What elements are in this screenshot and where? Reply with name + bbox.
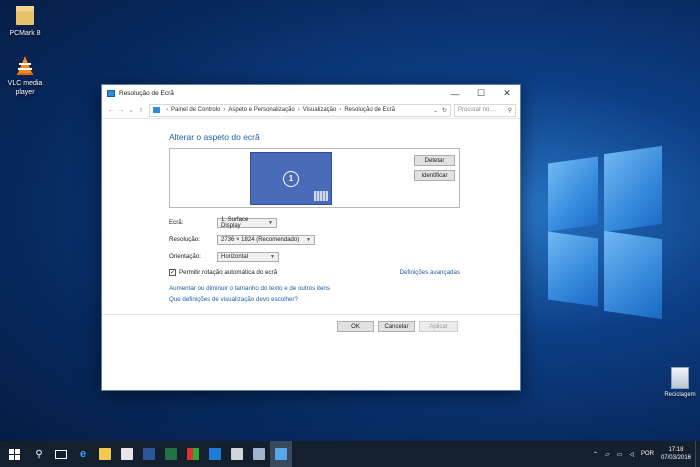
cancel-button[interactable]: Cancelar: [378, 321, 415, 332]
chevron-up-icon[interactable]: ⌃: [593, 451, 598, 458]
volume-icon[interactable]: ◁: [629, 451, 634, 458]
settings-app-icon[interactable]: [204, 441, 226, 467]
advanced-settings-link[interactable]: Definições avançadas: [399, 269, 460, 276]
monitor-number: 1: [283, 171, 299, 187]
monitor-thumbnail[interactable]: 1: [250, 152, 332, 205]
language-indicator[interactable]: POR: [641, 451, 654, 457]
window-title: Resolução de Ecrã: [119, 90, 174, 97]
app-window-icon[interactable]: [248, 441, 270, 467]
keyboard-grid-icon: [314, 191, 328, 201]
notifications-icon[interactable]: [695, 441, 700, 467]
word-icon[interactable]: [138, 441, 160, 467]
breadcrumb-item[interactable]: Resolução de Ecrã: [344, 107, 395, 113]
clock[interactable]: 17:18 07/03/2016: [661, 446, 691, 462]
task-view-icon[interactable]: [50, 441, 72, 467]
which-settings-link[interactable]: Que definições de visualização devo esco…: [169, 296, 520, 303]
display-value: 1. Surface Display: [221, 216, 249, 229]
clock-date: 07/03/2016: [660, 455, 691, 461]
edge-browser-icon[interactable]: e: [72, 441, 94, 467]
up-arrow-icon[interactable]: ↑: [136, 107, 146, 114]
address-dropdown-icon[interactable]: ⌄: [433, 107, 438, 114]
identify-button[interactable]: Identificar: [414, 170, 455, 181]
chevron-down-icon: ▼: [270, 253, 275, 260]
minimize-button[interactable]: —: [442, 85, 468, 102]
detect-button[interactable]: Detetar: [414, 155, 455, 166]
forward-arrow-icon[interactable]: →: [116, 107, 126, 114]
desktop-icon-pcmark[interactable]: PCMark 8: [0, 4, 50, 38]
system-tray: ⌃ ▱ ▭ ◁ POR 17:18 07/03/2016: [593, 441, 700, 467]
desktop-icon-label: PCMark 8: [9, 30, 41, 37]
display-label: Ecrã:: [169, 219, 184, 226]
screen-resolution-window: Resolução de Ecrã — ☐ ✕ ← → ⌄ ↑ › Painel…: [101, 84, 521, 391]
excel-icon[interactable]: [160, 441, 182, 467]
breadcrumb-item[interactable]: Painel de Controlo: [171, 107, 220, 113]
file-explorer-icon[interactable]: [94, 441, 116, 467]
chevron-right-icon: ›: [223, 107, 226, 113]
resolution-row: Resolução: 2736 × 1824 (Recomendado) ▼: [169, 234, 520, 245]
chevron-down-icon: ▼: [268, 219, 273, 226]
app-multicolor-icon[interactable]: [182, 441, 204, 467]
recent-dropdown-icon[interactable]: ⌄: [126, 106, 136, 114]
windows-start-icon: [8, 448, 20, 460]
clock-time: 17:18: [668, 447, 684, 453]
display-row: Ecrã: 1. Surface Display ▼: [169, 216, 520, 229]
resolution-label: Resolução:: [169, 236, 200, 243]
search-icon: ⚲: [507, 107, 512, 114]
control-panel-icon: [107, 90, 115, 97]
search-input[interactable]: Procurar no ... ⚲: [454, 103, 516, 117]
title-bar[interactable]: Resolução de Ecrã — ☐ ✕: [102, 85, 520, 102]
folder-icon: [14, 4, 36, 26]
chevron-down-icon: ▼: [306, 236, 311, 243]
footer-divider: [102, 314, 520, 315]
network-icon[interactable]: ▱: [605, 451, 610, 458]
orientation-label: Orientação:: [169, 253, 201, 260]
close-button[interactable]: ✕: [494, 85, 520, 102]
search-placeholder: Procurar no ...: [458, 107, 497, 113]
display-preview-area: 1 Detetar Identificar: [169, 148, 460, 208]
text-size-link[interactable]: Aumentar ou diminuir o tamanho do texto …: [169, 285, 520, 292]
maximize-button[interactable]: ☐: [468, 85, 494, 102]
start-button[interactable]: [0, 441, 28, 467]
chevron-right-icon: ›: [339, 107, 342, 113]
address-bar[interactable]: › Painel de Controlo › Aspeto e Personal…: [149, 103, 451, 117]
vlc-cone-icon: [14, 54, 36, 76]
resolution-value: 2736 × 1824 (Recomendado): [221, 236, 300, 243]
back-arrow-icon[interactable]: ←: [106, 107, 116, 114]
desktop-icon-vlc[interactable]: VLC media player: [0, 54, 50, 97]
recycle-bin-icon: [671, 367, 689, 389]
breadcrumb-item[interactable]: Visualização: [303, 107, 337, 113]
ok-button[interactable]: OK: [337, 321, 374, 332]
app-grey-icon[interactable]: [226, 441, 248, 467]
address-bar-row: ← → ⌄ ↑ › Painel de Controlo › Aspeto e …: [102, 102, 520, 119]
control-panel-small-icon: [153, 107, 160, 113]
main-content: Alterar o aspeto do ecrã 1 Detetar Ident…: [102, 132, 520, 303]
auto-rotate-row: ✓ Permitir rotação automática do ecrã De…: [169, 267, 460, 278]
orientation-select[interactable]: Horizontal ▼: [217, 251, 279, 262]
chevron-right-icon: ›: [166, 107, 168, 113]
orientation-row: Orientação: Horizontal ▼: [169, 251, 520, 262]
taskbar: ⚲ e ⌃ ▱ ▭ ◁ POR 17:18 07/03/2016: [0, 441, 700, 467]
resolution-select[interactable]: 2736 × 1824 (Recomendado) ▼: [217, 234, 315, 245]
desktop-icon-label: VLC media player: [7, 80, 43, 96]
apply-button[interactable]: Aplicar: [419, 321, 458, 332]
search-taskbar-icon[interactable]: ⚲: [28, 441, 50, 467]
desktop-icon-recycle-bin[interactable]: Reciclagem: [663, 367, 697, 398]
chevron-right-icon: ›: [297, 107, 300, 113]
control-panel-taskbar-icon[interactable]: [270, 441, 292, 467]
battery-icon[interactable]: ▭: [617, 451, 623, 458]
auto-rotate-checkbox[interactable]: ✓: [169, 269, 176, 276]
store-icon[interactable]: [116, 441, 138, 467]
breadcrumb-item[interactable]: Aspeto e Personalização: [228, 107, 294, 113]
page-title: Alterar o aspeto do ecrã: [169, 132, 260, 142]
desktop-icon-label: Reciclagem: [664, 392, 696, 398]
auto-rotate-label: Permitir rotação automática do ecrã: [179, 269, 278, 276]
refresh-icon[interactable]: ↻: [442, 107, 447, 114]
display-select[interactable]: 1. Surface Display ▼: [217, 216, 277, 229]
orientation-value: Horizontal: [221, 253, 249, 260]
